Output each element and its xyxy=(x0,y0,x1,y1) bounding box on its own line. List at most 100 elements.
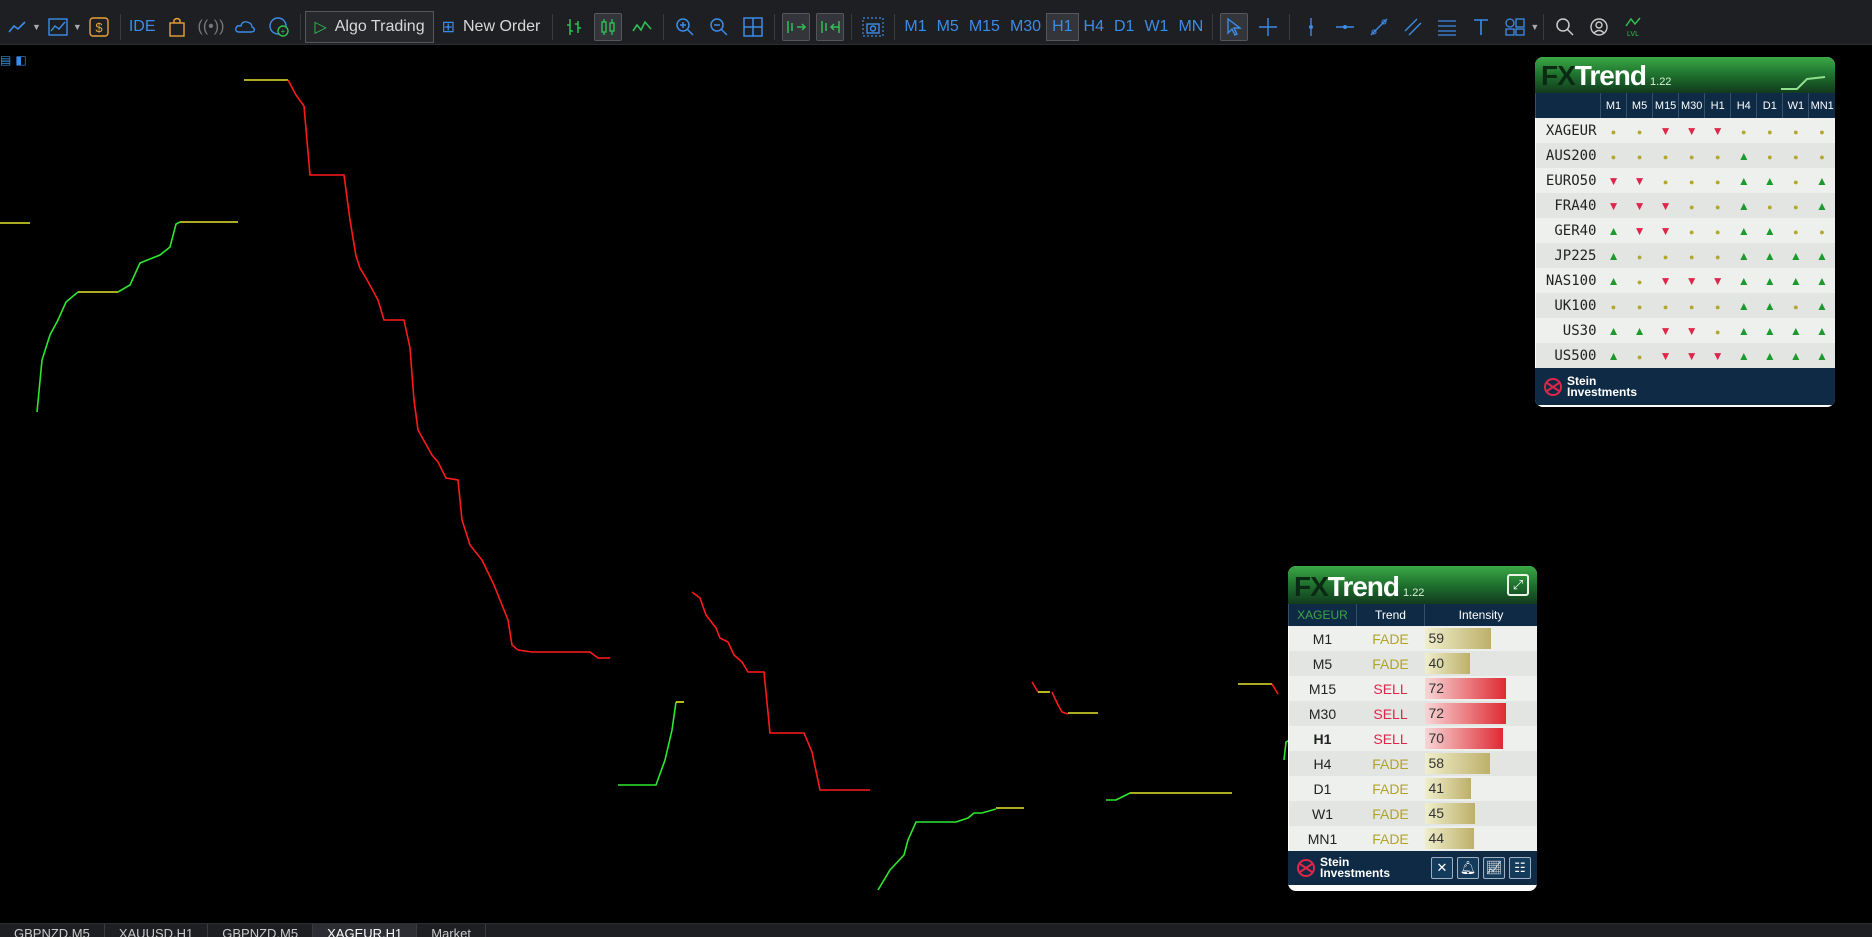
matrix-symbol[interactable]: FRA40 xyxy=(1535,193,1601,218)
zoom-out-icon[interactable] xyxy=(705,13,733,41)
account-icon[interactable] xyxy=(1585,13,1613,41)
matrix-symbol[interactable]: GER40 xyxy=(1535,218,1601,243)
matrix-row[interactable]: US30 ▲ ▲ ▼ ▼ ● ▲ ▲ ▲ ▲ xyxy=(1535,318,1835,343)
timeframe-h1[interactable]: H1 xyxy=(1046,13,1079,41)
matrix-column-header: D1 xyxy=(1756,93,1783,118)
channel-icon[interactable] xyxy=(1399,13,1427,41)
candlestick-icon[interactable] xyxy=(594,13,623,41)
matrix-row[interactable]: US500 ▲ ● ▼ ▼ ▼ ▲ ▲ ▲ ▲ xyxy=(1535,343,1835,368)
matrix-row[interactable]: GER40 ▲ ▼ ▼ ● ● ▲ ▲ ● ● xyxy=(1535,218,1835,243)
screenshot-icon[interactable] xyxy=(859,13,887,41)
timeframe-m30[interactable]: M30 xyxy=(1005,13,1046,41)
chart-shift-icon[interactable] xyxy=(816,13,845,41)
vps-icon[interactable]: + xyxy=(265,13,293,41)
ide-button[interactable]: IDE xyxy=(128,13,157,41)
cloud-icon[interactable] xyxy=(231,13,259,41)
intensity-row[interactable]: MN1 FADE 44 xyxy=(1288,826,1537,851)
trend-neutral-icon: ● xyxy=(1793,177,1799,187)
signals-icon[interactable]: ((•)) xyxy=(197,13,226,41)
vertical-line-icon[interactable] xyxy=(1297,13,1325,41)
fxtrend-header[interactable]: FXTrend 1.22 ⤢ xyxy=(1288,566,1537,604)
matrix-symbol[interactable]: EURO50 xyxy=(1535,168,1601,193)
matrix-row[interactable]: FRA40 ▼ ▼ ▼ ● ● ▲ ● ● ▲ xyxy=(1535,193,1835,218)
matrix-symbol[interactable]: NAS100 xyxy=(1535,268,1601,293)
trend-neutral-icon: ● xyxy=(1662,302,1669,312)
expand-icon[interactable]: ⤢ xyxy=(1507,574,1529,596)
tile-windows-icon[interactable] xyxy=(739,13,767,41)
timeframe-h4[interactable]: H4 xyxy=(1079,13,1109,41)
matrix-cell: ▲ xyxy=(1756,218,1783,243)
auto-scroll-icon[interactable] xyxy=(782,13,811,41)
timeframe-m5[interactable]: M5 xyxy=(932,13,964,41)
line-chart-icon[interactable] xyxy=(3,13,31,41)
chart-tab[interactable]: Market xyxy=(417,924,486,937)
market-bag-icon[interactable] xyxy=(163,13,191,41)
timeframe-d1[interactable]: D1 xyxy=(1109,13,1139,41)
fxtrend-symbol-panel[interactable]: FXTrend 1.22 ⤢ XAGEUR Trend Intensity M1… xyxy=(1288,566,1537,891)
lvl-signal-icon[interactable]: LVL xyxy=(1619,13,1647,41)
zoom-in-icon[interactable] xyxy=(671,13,699,41)
matrix-symbol[interactable]: AUS200 xyxy=(1535,143,1601,168)
alert-bell-icon[interactable]: 🔔︎ xyxy=(1457,857,1479,879)
intensity-row[interactable]: M1 FADE 59 xyxy=(1288,626,1537,651)
intensity-row[interactable]: M30 SELL 72 xyxy=(1288,701,1537,726)
horizontal-line-icon[interactable] xyxy=(1331,13,1359,41)
line-chart-mode-icon[interactable] xyxy=(628,13,656,41)
chart-lines-icon[interactable]: 📈︎ xyxy=(1483,857,1505,879)
algo-trading-button[interactable]: ▷ Algo Trading xyxy=(305,11,434,43)
timeframe-m15[interactable]: M15 xyxy=(964,13,1005,41)
matrix-symbol[interactable]: UK100 xyxy=(1535,293,1601,318)
matrix-cell: ● xyxy=(1756,118,1783,143)
matrix-row[interactable]: UK100 ● ● ● ● ● ▲ ▲ ● ▲ xyxy=(1535,293,1835,318)
matrix-symbol[interactable]: US500 xyxy=(1535,343,1601,368)
indicators-icon[interactable] xyxy=(44,13,72,41)
intensity-row[interactable]: W1 FADE 45 xyxy=(1288,801,1537,826)
crosshair-icon[interactable] xyxy=(1254,13,1282,41)
trend-line-segment xyxy=(1051,691,1069,715)
matrix-symbol[interactable]: XAGEUR xyxy=(1535,118,1601,143)
list-view-icon[interactable]: ☷ xyxy=(1509,857,1531,879)
header-symbol: XAGEUR xyxy=(1288,604,1357,626)
matrix-row[interactable]: EURO50 ▼ ▼ ● ● ● ▲ ▲ ● ▲ xyxy=(1535,168,1835,193)
trend-neutral-icon: ● xyxy=(1741,127,1747,137)
chart-tab[interactable]: XAGEUR,H1 xyxy=(313,924,418,937)
matrix-row[interactable]: JP225 ▲ ● ● ● ● ▲ ▲ ▲ ▲ xyxy=(1535,243,1835,268)
chevron-down-icon[interactable]: ▼ xyxy=(32,22,41,32)
fibonacci-icon[interactable] xyxy=(1433,13,1461,41)
matrix-row[interactable]: AUS200 ● ● ● ● ● ▲ ● ● ● xyxy=(1535,143,1835,168)
chevron-down-icon[interactable]: ▼ xyxy=(1530,22,1539,32)
close-icon[interactable]: ✕ xyxy=(1431,857,1453,879)
new-order-button[interactable]: ⊞ New Order xyxy=(434,17,549,37)
matrix-column-header: H4 xyxy=(1730,93,1757,118)
chart-tab[interactable]: GBPNZD,M5 xyxy=(0,924,105,937)
timeframe-w1[interactable]: W1 xyxy=(1139,13,1173,41)
intensity-row[interactable]: M5 FADE 40 xyxy=(1288,651,1537,676)
dollar-icon[interactable]: $ xyxy=(85,13,113,41)
chart-tab[interactable]: GBPNZD,M5 xyxy=(208,924,314,937)
intensity-row[interactable]: H4 FADE 58 xyxy=(1288,751,1537,776)
intensity-row[interactable]: H1 SELL 70 xyxy=(1288,726,1537,751)
matrix-cell: ● xyxy=(1652,293,1679,318)
matrix-row[interactable]: XAGEUR ● ● ▼ ▼ ▼ ● ● ● ● xyxy=(1535,118,1835,143)
search-icon[interactable] xyxy=(1551,13,1579,41)
matrix-cell: ▲ xyxy=(1782,343,1809,368)
matrix-symbol[interactable]: JP225 xyxy=(1535,243,1601,268)
matrix-symbol[interactable]: US30 xyxy=(1535,318,1601,343)
intensity-row[interactable]: M15 SELL 72 xyxy=(1288,676,1537,701)
fxtrend-header[interactable]: FXTrend 1.22 xyxy=(1535,57,1835,93)
matrix-column-header: W1 xyxy=(1782,93,1809,118)
trendline-icon[interactable] xyxy=(1365,13,1393,41)
chevron-down-icon[interactable]: ▼ xyxy=(73,22,82,32)
intensity-row[interactable]: D1 FADE 41 xyxy=(1288,776,1537,801)
chart-tab[interactable]: XAUUSD,H1 xyxy=(105,924,209,937)
text-icon[interactable] xyxy=(1467,13,1495,41)
terminal-window: ▼ ▼ $ IDE ((•)) + ▷ Algo Trading ⊞ New O… xyxy=(0,0,1872,937)
timeframe-mn[interactable]: MN xyxy=(1173,13,1208,41)
bar-chart-icon[interactable] xyxy=(560,13,588,41)
fxtrend-dashboard-panel[interactable]: FXTrend 1.22 M1 M5 M15 M30 H1 H4 D1 W1 MN1 XAGEU… xyxy=(1535,57,1835,407)
cursor-icon[interactable] xyxy=(1220,13,1249,41)
shapes-icon[interactable] xyxy=(1501,13,1529,41)
matrix-cell: ● xyxy=(1782,118,1809,143)
matrix-row[interactable]: NAS100 ▲ ● ▼ ▼ ▼ ▲ ▲ ▲ ▲ xyxy=(1535,268,1835,293)
timeframe-m1[interactable]: M1 xyxy=(899,13,931,41)
